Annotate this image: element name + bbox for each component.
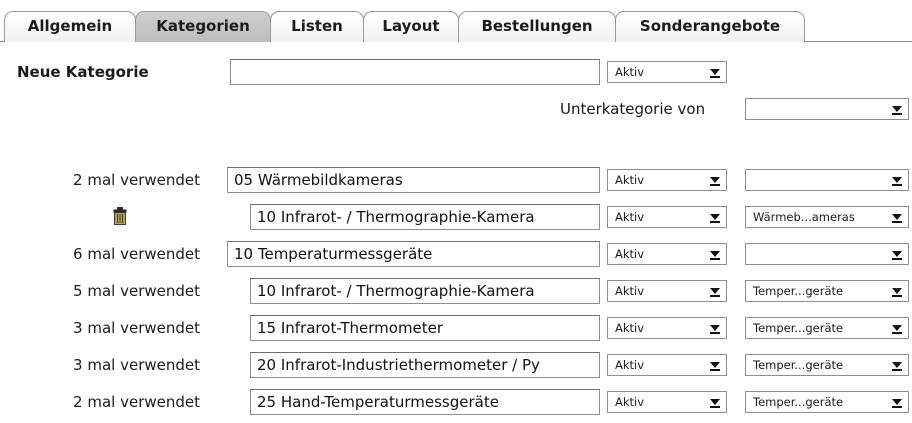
tab-bar: Allgemein Kategorien Listen Layout Beste… <box>0 0 912 42</box>
new-category-parent-select[interactable] <box>745 98 909 120</box>
category-name-input[interactable]: 05 Wärmebildkameras <box>227 167 600 193</box>
tab-kategorien[interactable]: Kategorien <box>135 11 271 42</box>
trash-icon[interactable] <box>113 207 127 225</box>
category-parent-value: Temper...geräte <box>753 321 844 335</box>
chevron-down-icon <box>886 318 908 338</box>
category-status-select[interactable]: Aktiv <box>607 243 727 265</box>
category-parent-select[interactable]: Temper...geräte <box>745 391 909 413</box>
parent-category-label: Unterkategorie von <box>560 100 706 118</box>
category-parent-select[interactable]: Temper...geräte <box>745 280 909 302</box>
category-parent-select[interactable] <box>745 243 909 265</box>
chevron-down-icon <box>886 244 908 264</box>
usage-count-label: 2 mal verwendet <box>73 393 200 411</box>
category-name-input[interactable]: 15 Infrarot-Thermometer <box>250 315 600 341</box>
category-parent-select[interactable]: Temper...geräte <box>745 317 909 339</box>
category-name-input[interactable]: 25 Hand-Temperaturmessgeräte <box>250 389 600 415</box>
category-name-input[interactable]: 20 Infrarot-Industriethermometer / Py <box>250 352 600 378</box>
usage-count-label: 2 mal verwendet <box>73 171 200 189</box>
chevron-down-icon <box>704 318 726 338</box>
category-parent-value: Wärmeb...ameras <box>753 210 855 224</box>
new-category-status-value: Aktiv <box>615 65 645 79</box>
category-status-value: Aktiv <box>615 247 645 261</box>
category-status-select[interactable]: Aktiv <box>607 169 727 191</box>
category-parent-select[interactable]: Temper...geräte <box>745 354 909 376</box>
chevron-down-icon <box>704 355 726 375</box>
category-status-value: Aktiv <box>615 358 645 372</box>
usage-count-label: 6 mal verwendet <box>73 245 200 263</box>
chevron-down-icon <box>886 281 908 301</box>
tab-allgemein[interactable]: Allgemein <box>4 11 136 42</box>
category-status-select[interactable]: Aktiv <box>607 354 727 376</box>
chevron-down-icon <box>704 281 726 301</box>
chevron-down-icon <box>704 207 726 227</box>
chevron-down-icon <box>886 207 908 227</box>
chevron-down-icon <box>704 244 726 264</box>
category-parent-value: Temper...geräte <box>753 358 844 372</box>
category-status-value: Aktiv <box>615 284 645 298</box>
usage-count-label: 3 mal verwendet <box>73 319 200 337</box>
category-name-input[interactable]: 10 Infrarot- / Thermographie-Kamera <box>250 204 600 230</box>
chevron-down-icon <box>704 392 726 412</box>
chevron-down-icon <box>886 355 908 375</box>
chevron-down-icon <box>886 99 908 119</box>
chevron-down-icon <box>886 392 908 412</box>
chevron-down-icon <box>886 170 908 190</box>
new-category-name-input[interactable] <box>230 59 600 85</box>
chevron-down-icon <box>704 62 726 82</box>
category-status-select[interactable]: Aktiv <box>607 206 727 228</box>
chevron-down-icon <box>704 170 726 190</box>
category-name-input[interactable]: 10 Temperaturmessgeräte <box>227 241 600 267</box>
usage-count-label: 5 mal verwendet <box>73 282 200 300</box>
tab-bestellungen[interactable]: Bestellungen <box>458 11 616 42</box>
category-status-value: Aktiv <box>615 173 645 187</box>
category-status-value: Aktiv <box>615 321 645 335</box>
new-category-label: Neue Kategorie <box>17 63 149 81</box>
category-status-value: Aktiv <box>615 210 645 224</box>
category-status-select[interactable]: Aktiv <box>607 280 727 302</box>
category-status-select[interactable]: Aktiv <box>607 391 727 413</box>
category-name-input[interactable]: 10 Infrarot- / Thermographie-Kamera <box>250 278 600 304</box>
category-status-select[interactable]: Aktiv <box>607 317 727 339</box>
new-category-status-select[interactable]: Aktiv <box>607 61 727 83</box>
category-parent-value: Temper...geräte <box>753 284 844 298</box>
category-parent-value: Temper...geräte <box>753 395 844 409</box>
tab-listen[interactable]: Listen <box>270 11 364 42</box>
category-status-value: Aktiv <box>615 395 645 409</box>
category-parent-select[interactable] <box>745 169 909 191</box>
tab-layout[interactable]: Layout <box>363 11 459 42</box>
usage-count-label: 3 mal verwendet <box>73 356 200 374</box>
tab-sonderangebote[interactable]: Sonderangebote <box>615 11 805 42</box>
category-parent-select[interactable]: Wärmeb...ameras <box>745 206 909 228</box>
